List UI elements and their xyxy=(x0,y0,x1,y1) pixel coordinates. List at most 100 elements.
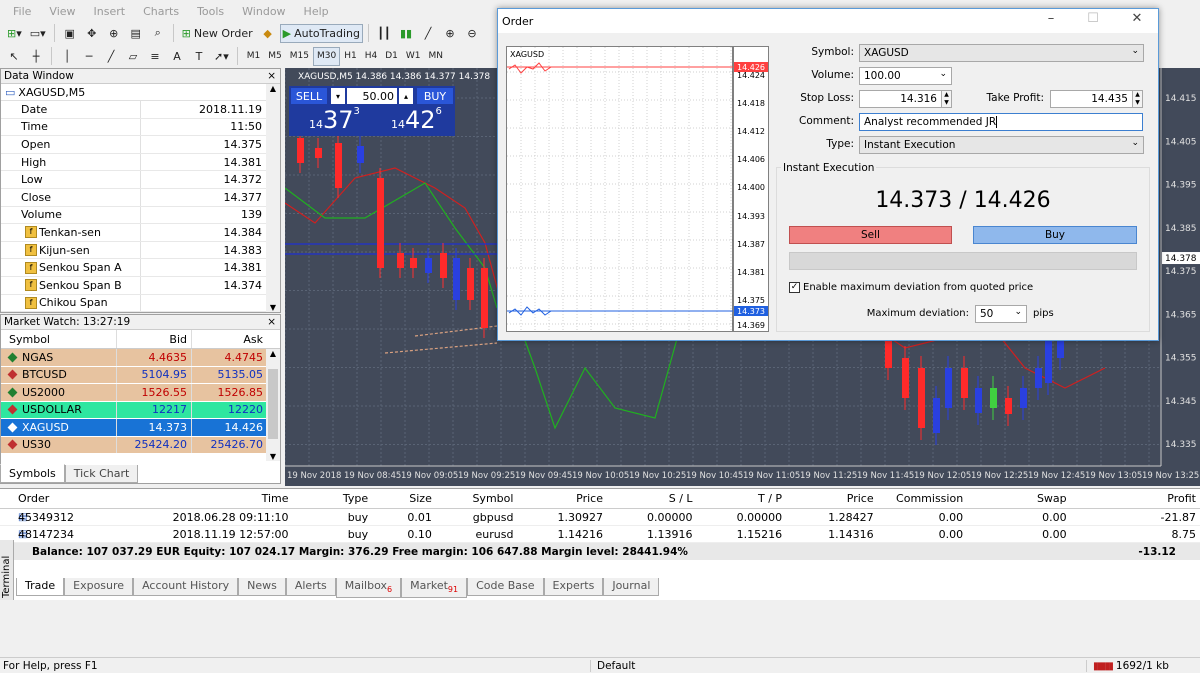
col-size[interactable]: Size xyxy=(372,492,436,505)
tab-symbols[interactable]: Symbols xyxy=(0,464,65,483)
col-swap[interactable]: Swap xyxy=(967,492,1070,505)
col-symbol[interactable]: Symbol xyxy=(1,330,117,348)
market-row-btcusd[interactable]: BTCUSD 5104.95 5135.05 xyxy=(1,366,280,384)
market-watch-scrollbar[interactable]: ▲ ▼ xyxy=(266,349,280,461)
data-window-icon[interactable]: ⊕ xyxy=(104,24,124,43)
col-ask[interactable]: Ask xyxy=(192,330,267,348)
spinner-icon[interactable]: ▲ ▼ xyxy=(1132,91,1142,107)
col-bid[interactable]: Bid xyxy=(117,330,192,348)
zoom-in-icon[interactable]: ⊕ xyxy=(440,24,460,43)
deviation-checkbox[interactable]: ✓ Enable maximum deviation from quoted pr… xyxy=(789,282,1033,293)
zoom-out-icon[interactable]: ⊖ xyxy=(462,24,482,43)
col-symbol[interactable]: Symbol xyxy=(436,492,518,505)
timeframe-h4[interactable]: H4 xyxy=(361,47,382,66)
fibo-icon[interactable]: ≡ xyxy=(145,47,165,66)
market-row-us2000[interactable]: US2000 1526.55 1526.85 xyxy=(1,384,280,402)
maximize-icon[interactable]: ☐ xyxy=(1078,11,1108,31)
col-price-current[interactable]: Price xyxy=(786,492,878,505)
tester-icon[interactable]: ⌕ xyxy=(148,24,168,43)
new-chart-icon[interactable]: ⊞ ▾ xyxy=(4,24,25,43)
buy-price-display[interactable]: 14426 xyxy=(391,106,442,134)
col-sl[interactable]: S / L xyxy=(607,492,697,505)
buy-button[interactable]: Buy xyxy=(973,226,1137,244)
tab-journal[interactable]: Journal xyxy=(603,578,660,596)
candles-icon[interactable]: ▮▮ xyxy=(396,24,416,43)
lots-up-button[interactable]: ▴ xyxy=(399,88,413,104)
menu-window[interactable]: Window xyxy=(233,5,294,18)
tab-news[interactable]: News xyxy=(238,578,286,596)
timeframe-w1[interactable]: W1 xyxy=(402,47,425,66)
menu-insert[interactable]: Insert xyxy=(85,5,135,18)
new-order-button[interactable]: ⊞ New Order xyxy=(179,24,256,43)
sell-button[interactable]: Sell xyxy=(789,226,952,244)
lots-input[interactable]: 50.00 xyxy=(347,88,397,104)
close-icon[interactable]: ✕ xyxy=(1122,11,1152,31)
close-icon[interactable]: × xyxy=(267,316,280,328)
menu-view[interactable]: View xyxy=(40,5,84,18)
timeframe-m15[interactable]: M15 xyxy=(286,47,313,66)
col-order[interactable]: Order xyxy=(0,492,163,505)
col-tp[interactable]: T / P xyxy=(697,492,787,505)
timeframe-m1[interactable]: M1 xyxy=(243,47,265,66)
sell-price-display[interactable]: 14373 xyxy=(309,106,360,134)
text-icon[interactable]: A xyxy=(167,47,187,66)
col-profit[interactable]: Profit xyxy=(1071,492,1200,505)
menu-charts[interactable]: Charts xyxy=(134,5,188,18)
stop-loss-input[interactable]: 14.316 ▲ ▼ xyxy=(859,90,952,108)
profiles-icon[interactable]: ▭▾ xyxy=(27,24,49,43)
line-chart-icon[interactable]: ╱ xyxy=(418,24,438,43)
crosshair-icon[interactable]: ┼ xyxy=(26,47,46,66)
oneclick-buy-button[interactable]: BUY xyxy=(417,88,453,104)
col-time[interactable]: Time xyxy=(163,492,292,505)
timeframe-mn[interactable]: MN xyxy=(424,47,447,66)
menu-help[interactable]: Help xyxy=(295,5,338,18)
tab-tick-chart[interactable]: Tick Chart xyxy=(64,465,139,483)
comment-input[interactable]: Analyst recommended JR xyxy=(859,113,1143,131)
market-row-ngas[interactable]: NGAS 4.4635 4.4745 xyxy=(1,349,280,367)
minimize-icon[interactable]: – xyxy=(1036,11,1066,31)
metaeditor-icon[interactable]: ◆ xyxy=(258,24,278,43)
max-deviation-combo[interactable]: 50 ⌄ xyxy=(975,305,1027,323)
col-type[interactable]: Type xyxy=(293,492,373,505)
bar-chart-icon[interactable]: ┃┃ xyxy=(374,24,394,43)
tab-exposure[interactable]: Exposure xyxy=(64,578,134,596)
tab-experts[interactable]: Experts xyxy=(543,578,604,596)
market-watch-icon[interactable]: ▣ xyxy=(60,24,80,43)
spinner-icon[interactable]: ▲ ▼ xyxy=(941,91,951,107)
horizontal-line-icon[interactable]: ─ xyxy=(79,47,99,66)
col-price[interactable]: Price xyxy=(517,492,607,505)
data-window-scrollbar[interactable]: ▲ ▼ xyxy=(266,84,280,312)
market-row-xagusd[interactable]: XAGUSD 14.373 14.426 xyxy=(1,419,280,437)
tab-market[interactable]: Market91 xyxy=(401,578,468,599)
col-commission[interactable]: Commission xyxy=(878,492,968,505)
navigator-icon[interactable]: ✥ xyxy=(82,24,102,43)
type-select[interactable]: Instant Execution ⌄ xyxy=(859,136,1144,154)
order-row[interactable]: ▤ 48147234 2018.11.19 12:57:00 buy 0.10 eurus… xyxy=(0,526,1200,543)
close-icon[interactable]: × xyxy=(267,70,280,82)
trendline-icon[interactable]: ╱ xyxy=(101,47,121,66)
channel-icon[interactable]: ▱ xyxy=(123,47,143,66)
tab-trade[interactable]: Trade xyxy=(16,578,65,596)
tab-mailbox[interactable]: Mailbox6 xyxy=(335,578,402,599)
timeframe-m5[interactable]: M5 xyxy=(264,47,286,66)
label-icon[interactable]: T xyxy=(189,47,209,66)
market-row-usdollar[interactable]: USDOLLAR 12217 12220 xyxy=(1,401,280,419)
tab-code-base[interactable]: Code Base xyxy=(467,578,544,596)
tab-alerts[interactable]: Alerts xyxy=(285,578,336,596)
market-row-us30[interactable]: US30 25424.20 25426.70 xyxy=(1,436,280,454)
vertical-line-icon[interactable]: │ xyxy=(57,47,77,66)
oneclick-sell-button[interactable]: SELL xyxy=(291,88,327,104)
timeframe-d1[interactable]: D1 xyxy=(381,47,402,66)
menu-file[interactable]: File xyxy=(4,5,40,18)
terminal-icon[interactable]: ▤ xyxy=(126,24,146,43)
cursor-icon[interactable]: ↖ xyxy=(4,47,24,66)
lots-down-button[interactable]: ▾ xyxy=(331,88,345,104)
timeframe-m30[interactable]: M30 xyxy=(312,46,341,66)
take-profit-input[interactable]: 14.435 ▲ ▼ xyxy=(1050,90,1143,108)
timeframe-h1[interactable]: H1 xyxy=(340,47,361,66)
checkbox-checked-icon[interactable]: ✓ xyxy=(789,282,800,293)
tab-account-history[interactable]: Account History xyxy=(133,578,239,596)
volume-combo[interactable]: 100.00 ⌄ xyxy=(859,67,952,85)
autotrading-button[interactable]: ▶ AutoTrading xyxy=(279,23,364,43)
arrows-icon[interactable]: ➚▾ xyxy=(211,47,232,66)
